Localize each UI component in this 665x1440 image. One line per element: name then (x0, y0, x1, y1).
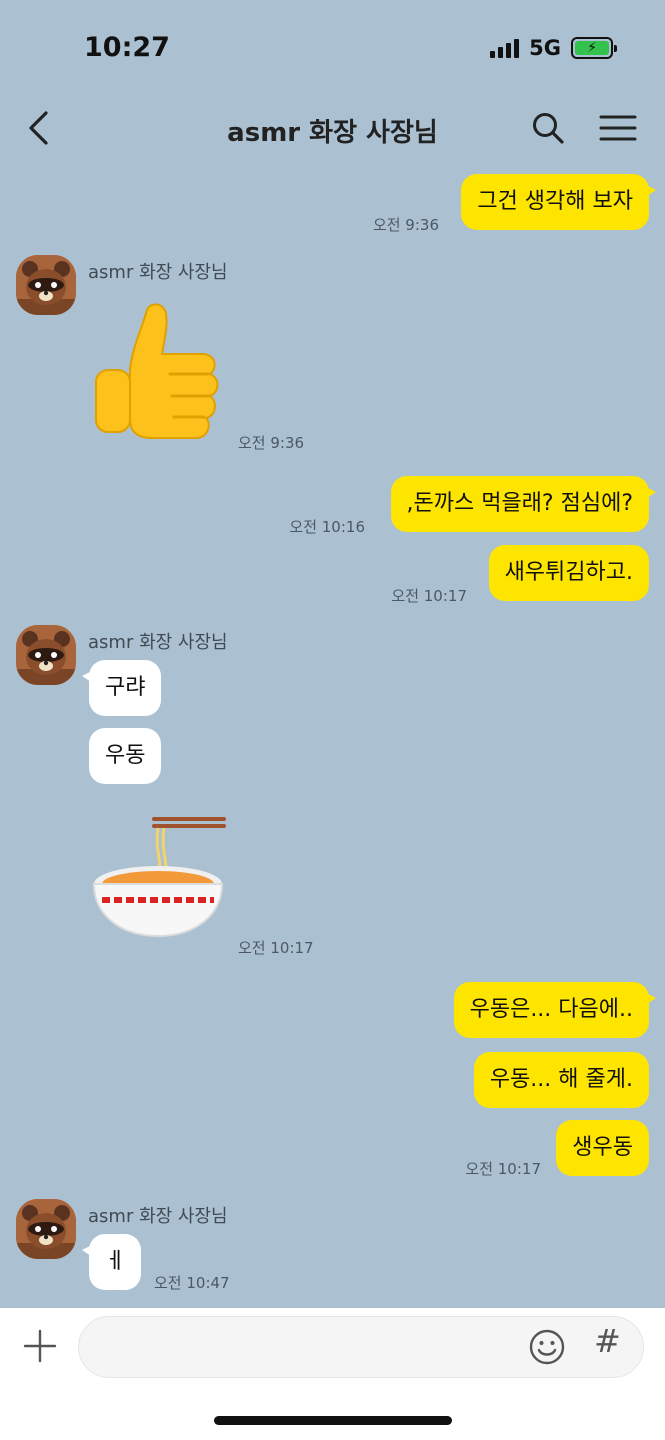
my-message-bubble[interactable]: ,돈까스 먹을래? 점심에? (390, 476, 656, 532)
my-message-bubble[interactable]: 우동은... 다음에.. (453, 982, 657, 1038)
search-button[interactable] (530, 110, 566, 146)
search-icon (533, 113, 564, 144)
my-message-bubble[interactable]: 생우동 (556, 1120, 649, 1176)
message-time: 오전 9:36 (238, 434, 305, 452)
smiley-icon (529, 1329, 565, 1365)
message-time: 오전 9:36 (372, 216, 439, 234)
hamburger-menu-icon (599, 115, 637, 141)
plus-icon (23, 1329, 57, 1363)
status-time: 10:27 (84, 32, 170, 63)
sender-name: asmr 화장 사장님 (88, 632, 228, 653)
home-indicator (214, 1416, 452, 1425)
message-time: 오전 10:17 (465, 1160, 541, 1178)
avatar[interactable] (16, 255, 76, 315)
signal-icon (490, 38, 520, 58)
status-bar: 10:27 5G ⚡ (0, 0, 665, 90)
noodle-bowl-sticker[interactable] (92, 812, 228, 942)
hashtag-button[interactable]: # (594, 1322, 621, 1360)
thumbs-up-sticker[interactable] (92, 300, 226, 442)
other-message-bubble[interactable]: 우동 (89, 728, 162, 784)
my-message-bubble[interactable]: 우동... 해 줄게. (473, 1052, 649, 1108)
menu-button[interactable] (598, 112, 638, 144)
emoji-button[interactable] (528, 1328, 566, 1366)
raccoon-avatar-icon (16, 625, 76, 685)
battery-icon: ⚡ (571, 37, 617, 59)
message-time: 오전 10:16 (289, 518, 365, 536)
my-message-bubble[interactable]: 그건 생각해 보자 (461, 174, 656, 230)
attach-button[interactable] (22, 1328, 58, 1364)
raccoon-avatar-icon (16, 255, 76, 315)
raccoon-avatar-icon (16, 1199, 76, 1259)
message-time: 오전 10:47 (154, 1274, 230, 1292)
noodle-bowl-icon (92, 817, 226, 938)
other-message-bubble[interactable]: 구랴 (81, 660, 162, 716)
sender-name: asmr 화장 사장님 (88, 1206, 228, 1227)
my-message-bubble[interactable]: 새우튀김하고. (488, 545, 649, 601)
message-time: 오전 10:17 (238, 939, 314, 957)
network-label: 5G (529, 36, 561, 60)
chat-header: asmr 화장 사장님 (0, 92, 665, 164)
sender-name: asmr 화장 사장님 (88, 262, 228, 283)
message-time: 오전 10:17 (391, 587, 467, 605)
thumbs-up-icon (95, 303, 219, 439)
other-message-bubble[interactable]: ㅔ (81, 1234, 142, 1290)
status-indicators: 5G ⚡ (490, 36, 617, 60)
avatar[interactable] (16, 1199, 76, 1259)
avatar[interactable] (16, 625, 76, 685)
